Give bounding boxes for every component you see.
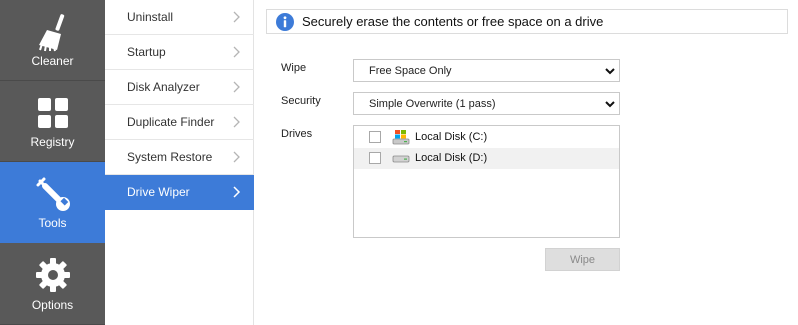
- security-select[interactable]: Simple Overwrite (1 pass): [353, 92, 620, 115]
- submenu-item-label: Uninstall: [127, 10, 174, 24]
- submenu-item-label: Drive Wiper: [127, 185, 190, 199]
- gear-icon: [0, 255, 105, 295]
- nav-label: Cleaner: [31, 54, 74, 68]
- windows-drive-icon: [392, 130, 410, 145]
- chevron-right-icon: [233, 46, 240, 58]
- nav-item-options[interactable]: Options: [0, 243, 105, 325]
- wipe-select[interactable]: Free Space Only: [353, 59, 620, 82]
- submenu-item-duplicate-finder[interactable]: Duplicate Finder: [105, 105, 254, 140]
- wrench-icon: [0, 174, 105, 214]
- submenu-item-system-restore[interactable]: System Restore: [105, 140, 254, 175]
- drive-checkbox[interactable]: [369, 152, 381, 164]
- submenu-item-label: System Restore: [127, 150, 213, 164]
- nav-item-tools[interactable]: Tools: [0, 162, 105, 243]
- wipe-label: Wipe: [281, 62, 307, 74]
- info-text: Securely erase the contents or free spac…: [302, 14, 604, 29]
- submenu-item-label: Startup: [127, 45, 166, 59]
- nav-label: Options: [31, 298, 74, 312]
- chevron-right-icon: [233, 81, 240, 93]
- list-item[interactable]: Local Disk (D:): [354, 148, 619, 169]
- wipe-select-value: Free Space Only: [369, 64, 452, 77]
- hard-drive-icon: [392, 155, 410, 163]
- security-select-value: Simple Overwrite (1 pass): [369, 97, 496, 110]
- main-nav: Cleaner Registry Tools Options: [0, 0, 105, 325]
- list-item[interactable]: Local Disk (C:): [354, 127, 619, 148]
- chevron-right-icon: [233, 116, 240, 128]
- broom-icon: [0, 12, 105, 52]
- submenu-item-startup[interactable]: Startup: [105, 35, 254, 70]
- submenu-item-disk-analyzer[interactable]: Disk Analyzer: [105, 70, 254, 105]
- security-label: Security: [281, 95, 321, 107]
- chevron-right-icon: [233, 11, 240, 23]
- nav-label: Registry: [30, 135, 75, 149]
- wipe-button[interactable]: Wipe: [545, 248, 620, 271]
- info-bar: Securely erase the contents or free spac…: [266, 9, 788, 34]
- chevron-down-icon: [605, 101, 615, 108]
- submenu-item-label: Disk Analyzer: [127, 80, 200, 94]
- chevron-down-icon: [605, 68, 615, 75]
- nav-item-cleaner[interactable]: Cleaner: [0, 0, 105, 81]
- nav-label: Tools: [38, 216, 67, 230]
- drives-label: Drives: [281, 128, 313, 140]
- nav-item-registry[interactable]: Registry: [0, 81, 105, 162]
- chevron-right-icon: [233, 186, 241, 198]
- submenu-item-uninstall[interactable]: Uninstall: [105, 0, 254, 35]
- submenu-item-drive-wiper[interactable]: Drive Wiper: [105, 175, 254, 210]
- drives-list: Local Disk (C:) Local Disk (D:): [353, 125, 620, 238]
- drive-checkbox[interactable]: [369, 131, 381, 143]
- submenu-item-label: Duplicate Finder: [127, 115, 215, 129]
- chevron-right-icon: [233, 151, 240, 163]
- tools-submenu: Uninstall Startup Disk Analyzer Duplicat…: [105, 0, 254, 325]
- drive-label: Local Disk (C:): [415, 131, 488, 143]
- info-icon: [276, 12, 294, 31]
- drive-label: Local Disk (D:): [415, 152, 488, 164]
- grid-icon: [0, 93, 105, 133]
